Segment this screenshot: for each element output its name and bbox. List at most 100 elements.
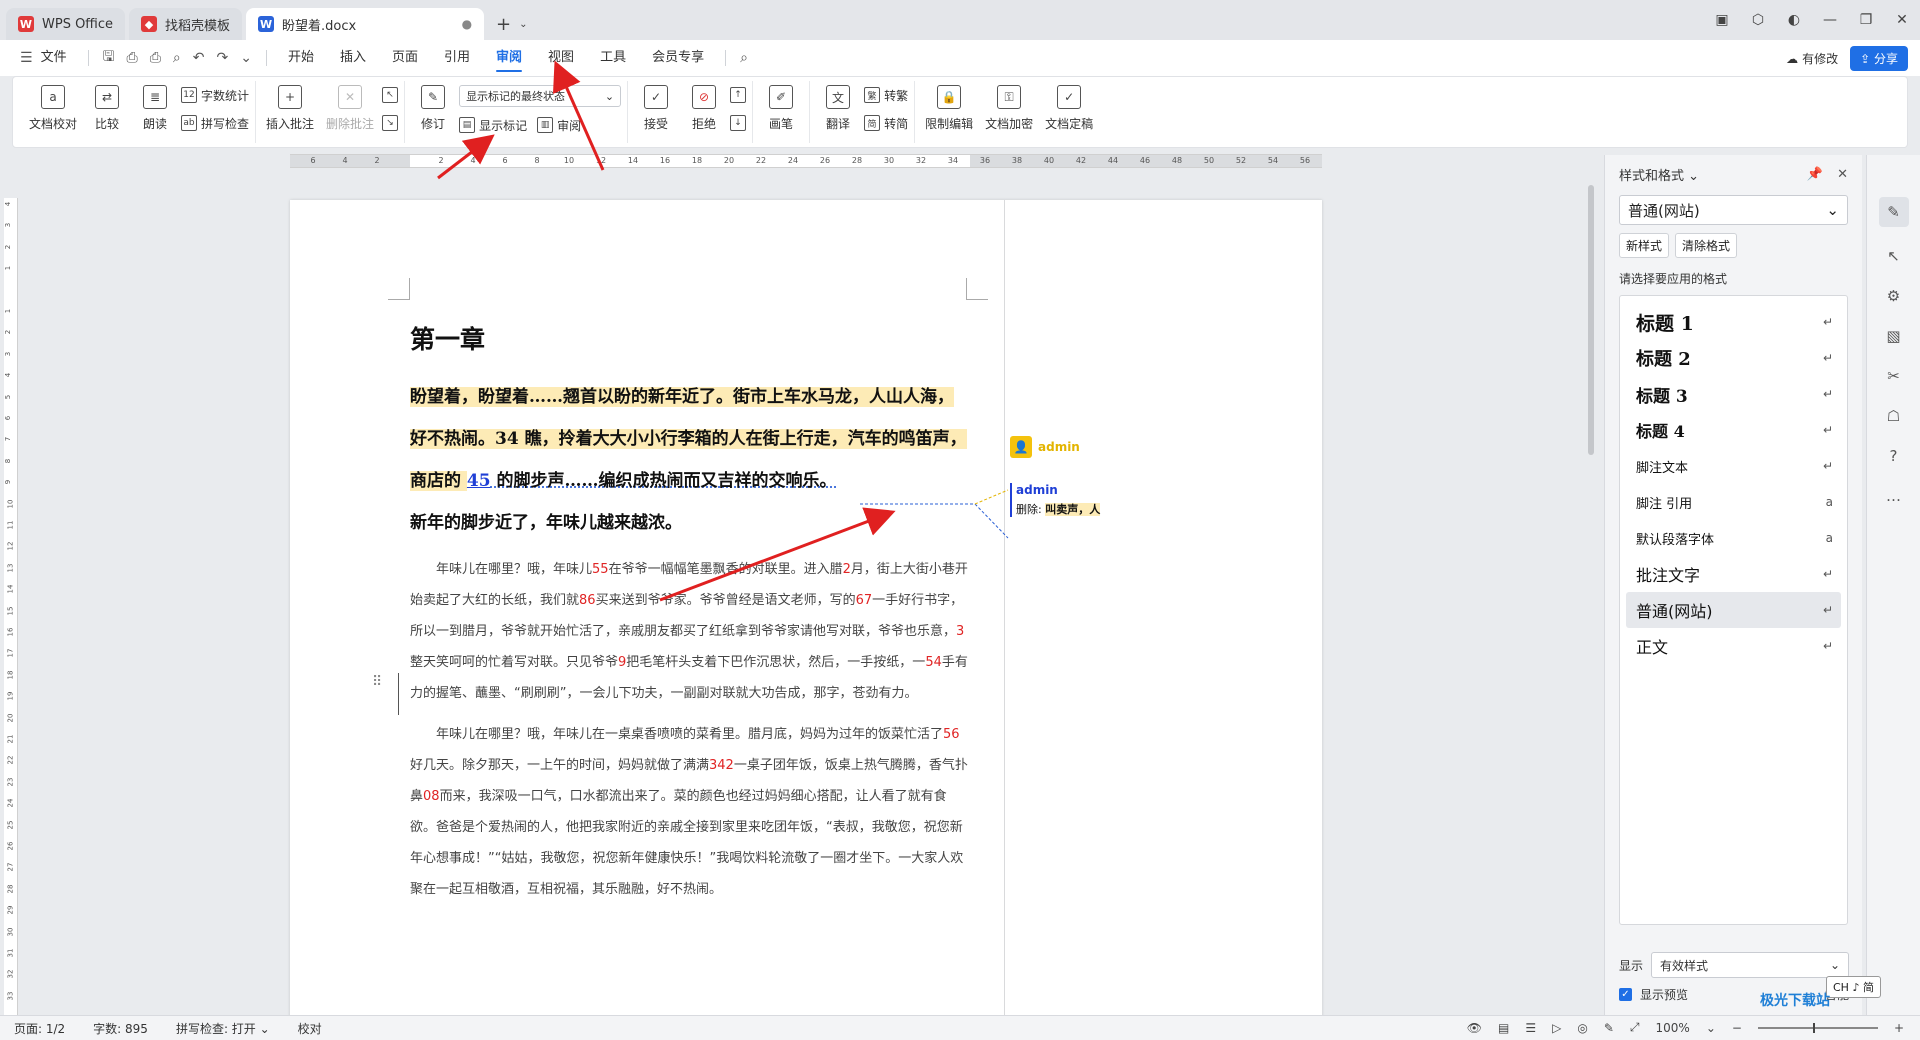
adjust-icon[interactable]: ⚙ <box>1883 285 1905 307</box>
zoom-slider[interactable] <box>1757 1022 1878 1033</box>
tab-wps-office[interactable]: W WPS Office <box>6 8 126 40</box>
insert-comment-button[interactable]: + 插入批注 <box>262 81 318 136</box>
vertical-ruler[interactable]: 4 3 2 1 1 2 3 4 5 6 7 8 9 10 11 12 13 14 15 16 17 18 19 20 21 22 2… <box>4 198 18 1018</box>
style-body[interactable]: 正文 ↵ <box>1626 628 1841 664</box>
cube-icon[interactable]: ⬡ <box>1740 12 1776 28</box>
tools-icon[interactable]: ✂ <box>1883 365 1905 387</box>
pen-view-icon[interactable]: ✎ <box>1604 1021 1614 1035</box>
fit-icon[interactable]: ⤢ <box>1630 1020 1640 1035</box>
menu-page[interactable]: 页面 <box>379 40 431 76</box>
prev-change-button[interactable]: ↑ <box>730 85 747 105</box>
more-icon[interactable]: ⌄ <box>234 50 258 66</box>
comment-balloon[interactable]: 👤 admin <box>1010 436 1080 458</box>
word-count-button[interactable]: 12 字数统计 <box>181 85 249 105</box>
style-heading-3[interactable]: 标题 3 ↵ <box>1626 376 1841 412</box>
translate-button[interactable]: 文翻译 <box>816 81 860 136</box>
revision-balloon[interactable]: admin 删除: 叫卖声，人 <box>1010 483 1101 517</box>
menu-view[interactable]: 视图 <box>535 40 587 76</box>
scrollbar-thumb[interactable] <box>1588 185 1594 455</box>
style-comment-text[interactable]: 批注文字 ↵ <box>1626 556 1841 592</box>
export-icon[interactable]: ⎙ <box>121 50 144 66</box>
current-style-select[interactable]: 普通(网站) ⌄ <box>1619 195 1848 225</box>
review-pane-button[interactable]: ▥ 审阅 <box>537 115 581 135</box>
markup-state-select[interactable]: 显示标记的最终状态 ⌄ <box>459 85 622 107</box>
layout-icon[interactable]: ▣ <box>1704 12 1740 28</box>
select-cursor-icon[interactable]: ↖ <box>1883 245 1905 267</box>
minimize-icon[interactable]: — <box>1812 12 1848 28</box>
hamburger-icon[interactable]: ☰ <box>14 50 39 66</box>
proofread-button[interactable]: a 文档校对 <box>25 81 81 136</box>
accept-button[interactable]: ✓ 接受 <box>634 81 678 136</box>
style-heading-1[interactable]: 标题 1 ↵ <box>1626 304 1841 340</box>
close-window-icon[interactable]: ✕ <box>1884 12 1920 28</box>
drag-handle-icon[interactable]: ⠿ <box>372 674 382 690</box>
inserted-text[interactable]: 45 <box>467 471 491 491</box>
menu-insert[interactable]: 插入 <box>327 40 379 76</box>
horizontal-ruler[interactable]: 6 4 2 2 4 6 8 10 12 14 16 18 20 22 24 26 28 30 32 34 36 38 40 4… <box>290 154 1322 168</box>
next-change-button[interactable]: ↓ <box>730 113 747 133</box>
print-preview-icon[interactable]: ⌕ <box>167 50 187 66</box>
user-avatar-icon[interactable]: ◐ <box>1776 12 1812 28</box>
chevron-down-icon[interactable]: ⌄ <box>1706 1021 1716 1035</box>
close-icon[interactable]: ✕ <box>1837 167 1848 182</box>
word-count[interactable]: 字数: 895 <box>93 1020 148 1037</box>
reject-button[interactable]: ⊘ 拒绝 <box>682 81 726 136</box>
shirt-icon[interactable]: ☖ <box>1883 405 1905 427</box>
restrict-edit-button[interactable]: 🔒 限制编辑 <box>921 81 977 136</box>
more-icon[interactable]: … <box>1883 485 1905 507</box>
preview-checkbox[interactable]: ✓ <box>1619 988 1632 1001</box>
menu-membership[interactable]: 会员专享 <box>639 40 717 76</box>
prev-comment-button[interactable]: ↖ <box>382 85 399 105</box>
tab-docer-templates[interactable]: ◆ 找稻壳模板 <box>129 8 243 40</box>
tab-document[interactable]: W 盼望着.docx ● <box>246 8 485 40</box>
play-icon[interactable]: ▷ <box>1552 1021 1561 1035</box>
proof-status[interactable]: 校对 <box>298 1020 322 1037</box>
zoom-level[interactable]: 100% <box>1656 1021 1690 1035</box>
close-tab-icon[interactable]: ● <box>462 17 472 31</box>
style-normal-web[interactable]: 普通(网站) ↵ <box>1626 592 1841 628</box>
style-pen-icon[interactable]: ✎ <box>1878 197 1909 227</box>
pen-button[interactable]: ✐ 画笔 <box>759 81 803 136</box>
style-heading-2[interactable]: 标题 2 ↵ <box>1626 340 1841 376</box>
style-default-font[interactable]: 默认段落字体 a <box>1626 520 1841 556</box>
style-footnote-text[interactable]: 脚注文本 ↵ <box>1626 448 1841 484</box>
compare-button[interactable]: ⇄ 比较 <box>85 81 129 136</box>
web-view-icon[interactable]: ◎ <box>1577 1021 1587 1035</box>
share-button[interactable]: ⇪ 分享 <box>1850 46 1908 71</box>
body-paragraph[interactable]: 年味儿在哪里？哦，年味儿55在爷爷一幅幅笔墨飘香的对联里。进入腊2月，街上大街小… <box>410 554 970 709</box>
bold-paragraph[interactable]: 盼望着，盼望着……翘首以盼的新年近了。街市上车水马龙，人山人海，好不热闹。34 … <box>410 376 970 544</box>
chapter-heading[interactable]: 第一章 <box>410 320 970 356</box>
show-markup-button[interactable]: ▤ 显示标记 <box>459 115 527 135</box>
document-body[interactable]: 第一章 盼望着，盼望着……翘首以盼的新年近了。街市上车水马龙，人山人海，好不热闹… <box>410 320 970 905</box>
page-indicator[interactable]: 页面: 1/2 <box>14 1020 65 1037</box>
clear-format-button[interactable]: 清除格式 <box>1675 233 1738 258</box>
style-heading-4[interactable]: 标题 4 ↵ <box>1626 412 1841 448</box>
zoom-out-icon[interactable]: − <box>1732 1021 1742 1035</box>
read-aloud-button[interactable]: ≣ 朗读 <box>133 81 177 136</box>
panel-title[interactable]: 样式和格式 ⌄ <box>1619 165 1699 184</box>
finalize-button[interactable]: ✓ 文档定稿 <box>1041 81 1097 136</box>
help-icon[interactable]: ? <box>1883 445 1905 467</box>
body-paragraph[interactable]: 年味儿在哪里？哦，年味儿在一桌桌香喷喷的菜肴里。腊月底，妈妈为过年的饭菜忙活了5… <box>410 719 970 905</box>
zoom-in-icon[interactable]: + <box>1894 1021 1904 1035</box>
encrypt-button[interactable]: ⚿ 文档加密 <box>981 81 1037 136</box>
pin-icon[interactable]: 📌 <box>1807 167 1823 182</box>
file-menu[interactable]: 文件 <box>39 40 80 76</box>
to-simplified-button[interactable]: 简转简 <box>864 113 908 133</box>
show-filter-select[interactable]: 有效样式 ⌄ <box>1651 952 1849 978</box>
menu-review[interactable]: 审阅 <box>483 40 535 76</box>
eye-icon[interactable]: 👁 <box>1467 1021 1482 1035</box>
next-comment-button[interactable]: ↘ <box>382 113 399 133</box>
to-traditional-button[interactable]: 繁转繁 <box>864 85 908 105</box>
spell-check-status[interactable]: 拼写检查: 打开 ⌄ <box>176 1020 270 1037</box>
spell-check-button[interactable]: ab 拼写检查 <box>181 113 249 133</box>
new-style-button[interactable]: 新样式 <box>1619 233 1670 258</box>
outline-view-icon[interactable]: ☰ <box>1525 1021 1536 1035</box>
menu-home[interactable]: 开始 <box>275 40 327 76</box>
redo-icon[interactable]: ↷ <box>211 50 235 66</box>
search-icon[interactable]: ⌕ <box>734 50 754 66</box>
image-edit-icon[interactable]: ▧ <box>1883 325 1905 347</box>
print-icon[interactable]: ⎙ <box>144 50 167 66</box>
page-view-icon[interactable]: ▤ <box>1498 1021 1509 1035</box>
document-page[interactable]: 第一章 盼望着，盼望着……翘首以盼的新年近了。街市上车水马龙，人山人海，好不热闹… <box>290 200 1322 1020</box>
